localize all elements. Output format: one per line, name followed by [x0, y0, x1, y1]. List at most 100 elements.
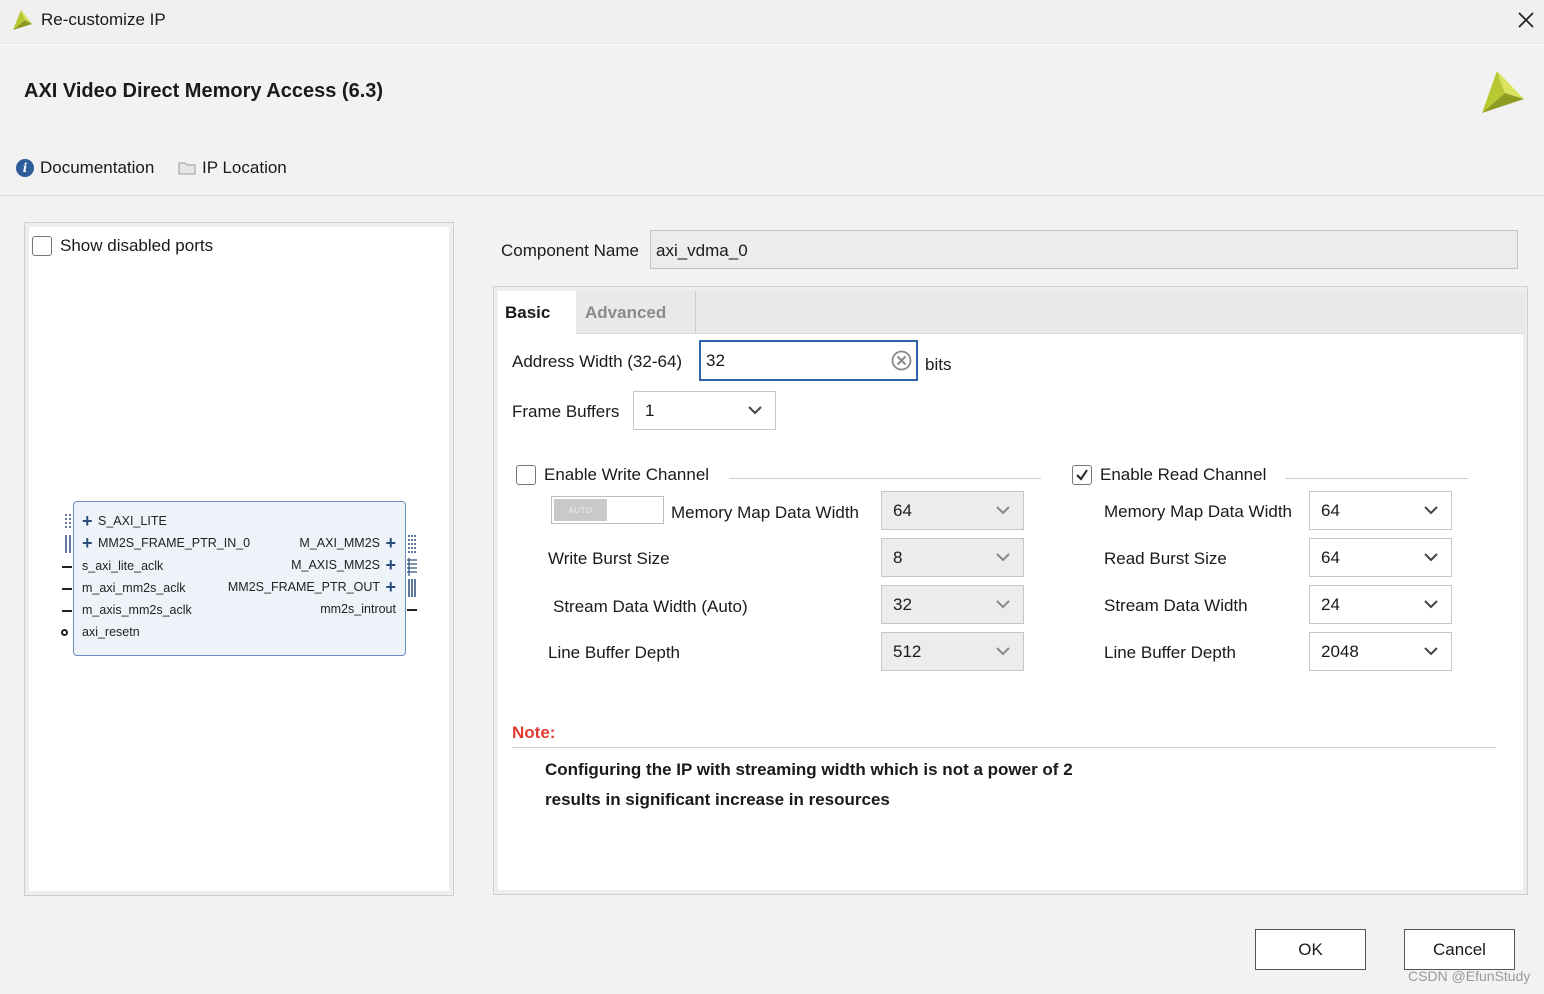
show-disabled-ports-toggle[interactable]: Show disabled ports: [32, 236, 213, 256]
enable-read-channel-label: Enable Read Channel: [1100, 465, 1267, 484]
bus-dotted-icon: [408, 535, 416, 553]
read-burst-size-label: Read Burst Size: [1104, 549, 1227, 568]
chevron-down-icon: [1424, 647, 1438, 656]
port-mm2s-frame-ptr-out: MM2S_FRAME_PTR_OUT +: [227, 577, 396, 597]
address-width-input[interactable]: 32: [699, 340, 918, 381]
ip-header: AXI Video Direct Memory Access (6.3) i D…: [0, 45, 1544, 195]
port-mm2s-frame-ptr-in: + MM2S_FRAME_PTR_IN_0: [82, 533, 251, 553]
address-width-value: 32: [706, 351, 725, 370]
ip-title: AXI Video Direct Memory Access (6.3): [24, 80, 384, 102]
write-group-divider: [729, 478, 1041, 479]
chevron-down-icon: [996, 600, 1010, 609]
ok-button[interactable]: OK: [1255, 929, 1366, 970]
port-m-axis-mm2s: M_AXIS_MM2S +: [291, 555, 396, 575]
port-axi-resetn: axi_resetn: [82, 625, 140, 639]
chevron-down-icon: [996, 553, 1010, 562]
read-group-divider: [1285, 478, 1468, 479]
ip-symbol-block: + S_AXI_LITE + MM2S_FRAME_PTR_IN_0 s_axi_l…: [61, 501, 417, 656]
port-m-axis-mm2s-aclk: m_axis_mm2s_aclk: [82, 603, 192, 617]
configuration-panel: Basic Advanced Address Width (32-64) 32 …: [493, 286, 1528, 895]
frame-buffers-label: Frame Buffers: [512, 402, 620, 421]
bus-icon: [407, 558, 417, 576]
component-name-label: Component Name: [501, 241, 639, 260]
port-s-axi-lite-aclk: s_axi_lite_aclk: [82, 559, 164, 573]
title-bar: Re-customize IP: [0, 0, 1544, 44]
write-burst-size-dropdown[interactable]: 8: [881, 538, 1024, 577]
ip-location-label: IP Location: [202, 158, 287, 177]
close-icon[interactable]: [1514, 8, 1538, 32]
read-mm-data-width-dropdown[interactable]: 64: [1309, 491, 1452, 530]
auto-toggle-knob: AUTO: [554, 499, 607, 521]
read-mm-data-width-label: Memory Map Data Width: [1104, 502, 1292, 521]
note-text-line-2: results in significant increase in resou…: [545, 790, 890, 809]
port-mm2s-introut: mm2s_introut: [320, 602, 396, 616]
dialog-body: AXI Video Direct Memory Access (6.3) i D…: [0, 45, 1544, 994]
documentation-link[interactable]: i Documentation: [16, 158, 154, 178]
write-mm-data-width-label: Memory Map Data Width: [671, 503, 859, 522]
clear-icon[interactable]: [891, 350, 912, 371]
write-stream-width-label: Stream Data Width (Auto): [553, 597, 748, 616]
note-label: Note:: [512, 723, 556, 742]
note-text-line-1: Configuring the IP with streaming width …: [545, 760, 1073, 779]
bus-icon: [408, 579, 416, 597]
show-disabled-ports-label: Show disabled ports: [60, 236, 214, 255]
cancel-button[interactable]: Cancel: [1404, 929, 1515, 970]
expand-icon[interactable]: +: [82, 512, 94, 530]
tab-basic[interactable]: Basic: [498, 291, 576, 334]
enable-write-channel-label: Enable Write Channel: [544, 465, 710, 484]
read-stream-width-label: Stream Data Width: [1104, 596, 1248, 615]
ip-location-link[interactable]: IP Location: [178, 158, 287, 178]
address-width-unit: bits: [925, 355, 952, 374]
read-stream-width-dropdown[interactable]: 24: [1309, 585, 1452, 624]
show-disabled-ports-checkbox[interactable]: [32, 236, 52, 256]
checkmark-icon: [1076, 469, 1088, 481]
port-m-axi-mm2s: M_AXI_MM2S +: [299, 533, 396, 553]
write-stream-width-dropdown[interactable]: 32: [881, 585, 1024, 624]
header-divider: [0, 195, 1544, 196]
read-line-buffer-dropdown[interactable]: 2048: [1309, 632, 1452, 671]
bus-icon: [65, 535, 71, 553]
chevron-down-icon: [996, 506, 1010, 515]
frame-buffers-value: 1: [645, 401, 655, 420]
bus-dotted-icon: [65, 514, 71, 530]
chevron-down-icon: [1424, 506, 1438, 515]
enable-read-channel-checkbox[interactable]: [1072, 465, 1092, 485]
chevron-down-icon: [996, 647, 1010, 656]
chevron-down-icon: [1424, 553, 1438, 562]
address-width-label: Address Width (32-64): [512, 352, 683, 371]
auto-toggle[interactable]: AUTO: [551, 496, 664, 524]
frame-buffers-dropdown[interactable]: 1: [633, 391, 776, 430]
vivado-app-icon: [13, 10, 32, 30]
chevron-down-icon: [1424, 600, 1438, 609]
folder-icon: [178, 162, 196, 175]
tab-advanced[interactable]: Advanced: [576, 291, 696, 334]
tab-bar: Basic Advanced: [498, 291, 1525, 334]
port-s-axi-lite: + S_AXI_LITE: [82, 511, 167, 531]
write-mm-data-width-dropdown[interactable]: 64: [881, 491, 1024, 530]
note-divider: [512, 747, 1496, 748]
read-burst-size-dropdown[interactable]: 64: [1309, 538, 1452, 577]
watermark: CSDN @EfunStudy: [1408, 968, 1531, 984]
expand-icon[interactable]: +: [82, 534, 94, 552]
active-low-pin-icon: [61, 629, 68, 636]
info-icon: i: [16, 159, 34, 177]
write-line-buffer-dropdown[interactable]: 512: [881, 632, 1024, 671]
read-line-buffer-label: Line Buffer Depth: [1104, 643, 1236, 662]
documentation-label: Documentation: [40, 158, 155, 177]
expand-icon[interactable]: +: [384, 534, 396, 552]
ip-symbol-panel: Show disabled ports + S_AXI_LITE + MM2S_FR…: [24, 222, 454, 896]
pin-line: [62, 566, 72, 568]
pin-line: [407, 609, 417, 611]
component-name-field[interactable]: axi_vdma_0: [650, 230, 1518, 269]
expand-icon[interactable]: +: [384, 556, 396, 574]
expand-icon[interactable]: +: [384, 578, 396, 596]
enable-read-channel-toggle[interactable]: Enable Read Channel: [1072, 465, 1266, 485]
pin-line: [62, 588, 72, 590]
enable-write-channel-toggle[interactable]: Enable Write Channel: [516, 465, 709, 485]
write-burst-size-label: Write Burst Size: [548, 549, 670, 568]
chevron-down-icon: [748, 406, 762, 415]
port-m-axi-mm2s-aclk: m_axi_mm2s_aclk: [82, 581, 186, 595]
enable-write-channel-checkbox[interactable]: [516, 465, 536, 485]
vivado-logo-icon: [1482, 71, 1524, 113]
pin-line: [62, 610, 72, 612]
